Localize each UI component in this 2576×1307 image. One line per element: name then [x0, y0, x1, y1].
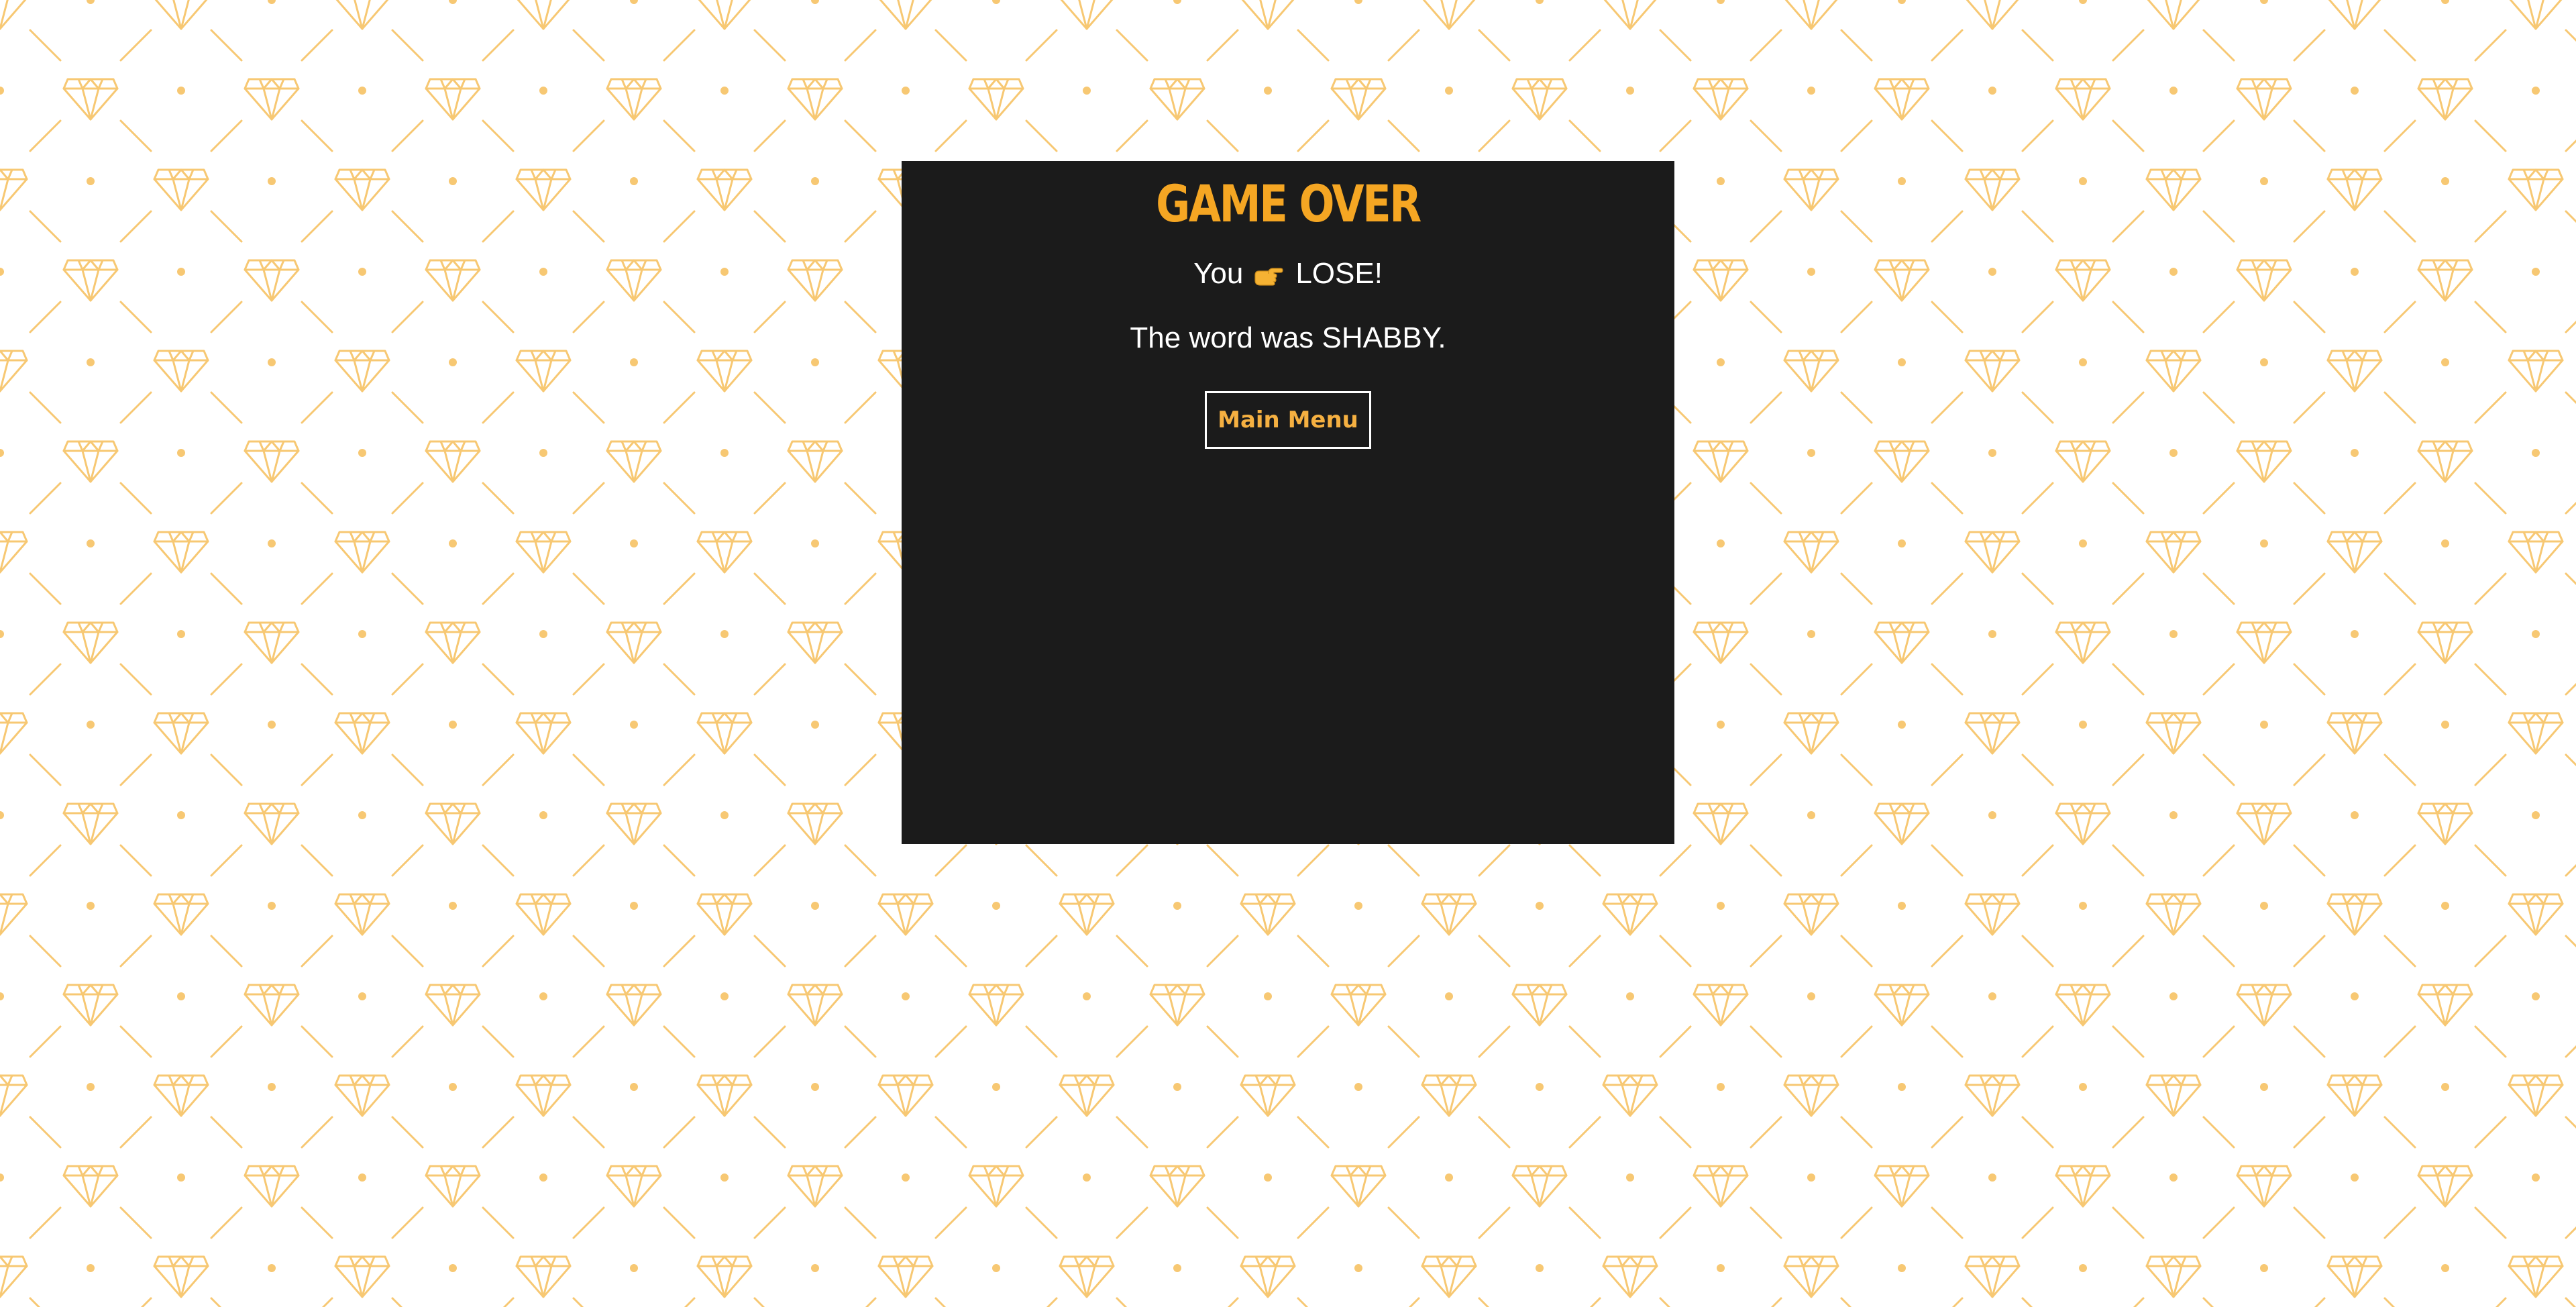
word-reveal-message: The word was SHABBY.: [1130, 321, 1446, 354]
result-message: You LOSE!: [902, 256, 1674, 292]
main-menu-button[interactable]: Main Menu: [1205, 391, 1371, 449]
game-over-title: GAME OVER: [1156, 174, 1421, 233]
result-prefix: You: [1193, 257, 1244, 290]
game-over-panel: GAME OVER You LOSE! The word was SHABBY.…: [902, 161, 1674, 844]
pointing-hand-icon: [1252, 260, 1283, 286]
result-suffix: LOSE!: [1295, 257, 1383, 290]
